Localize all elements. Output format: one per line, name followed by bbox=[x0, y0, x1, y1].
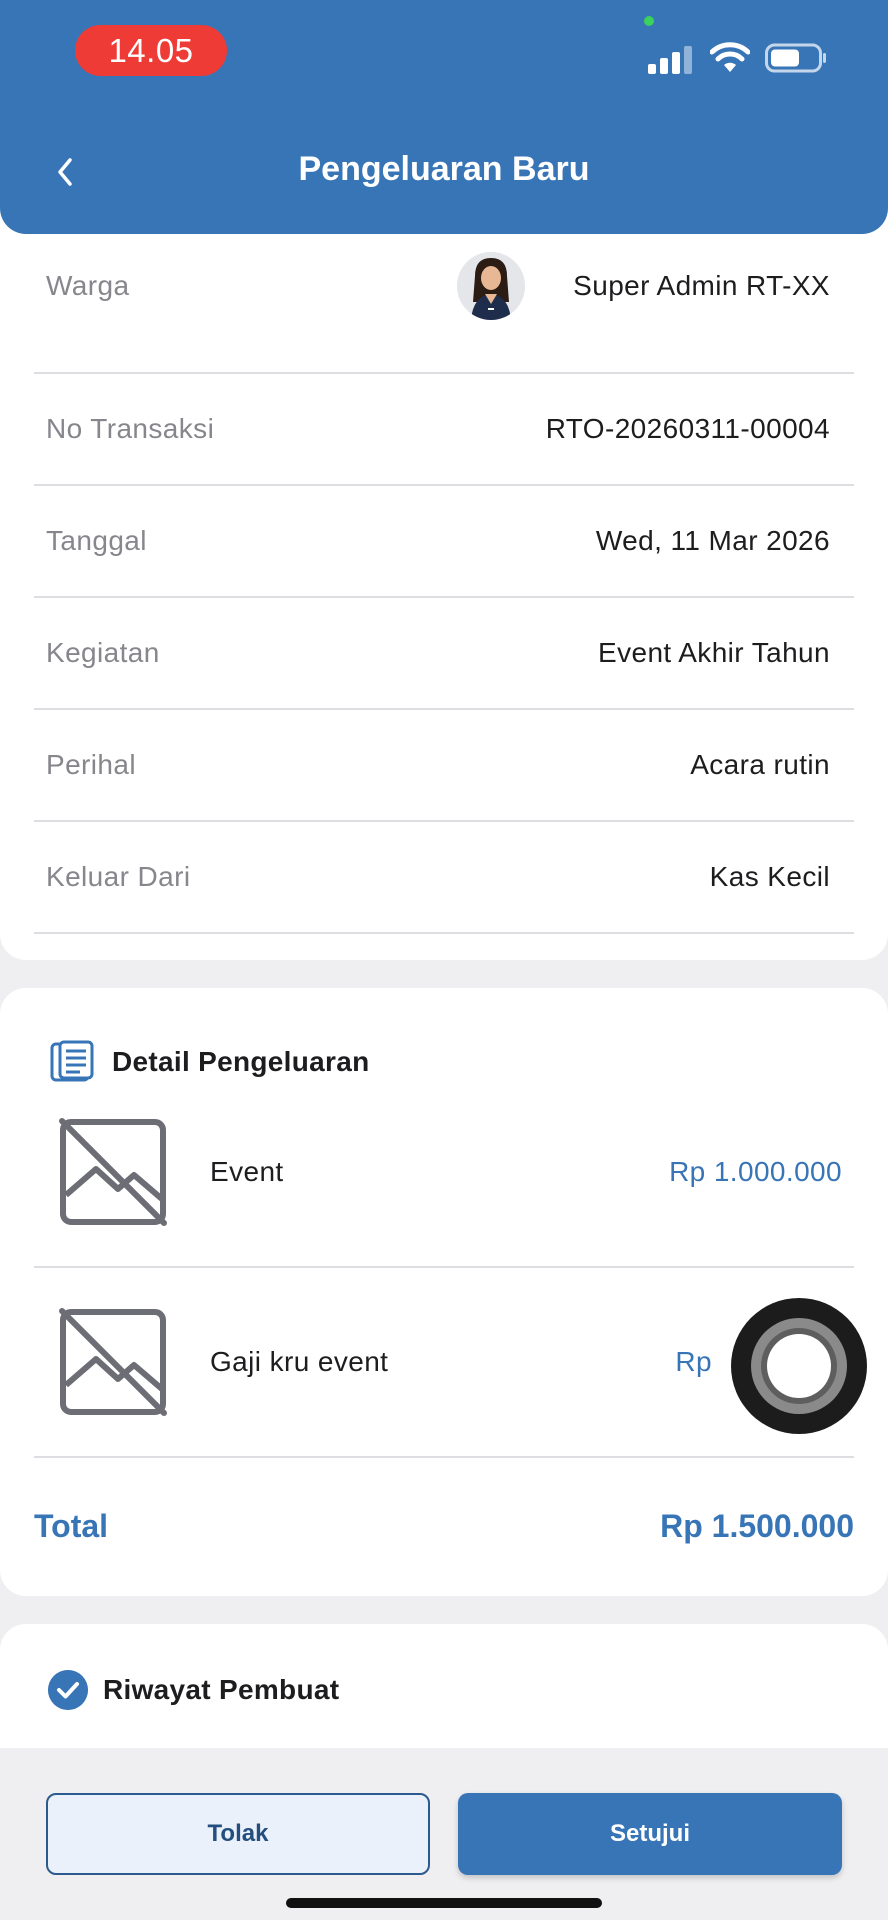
history-section-title: Riwayat Pembuat bbox=[103, 1674, 340, 1705]
info-row-tanggal: Tanggal Wed, 11 Mar 2026 bbox=[34, 486, 854, 598]
assistive-touch-core bbox=[767, 1334, 831, 1398]
expense-item-name: Gaji kru event bbox=[210, 1346, 389, 1377]
avatar bbox=[457, 252, 525, 320]
expense-item-amount: Rp bbox=[675, 1346, 712, 1377]
total-label: Total bbox=[34, 1508, 109, 1544]
total-value: Rp 1.500.000 bbox=[660, 1508, 854, 1544]
check-circle-icon bbox=[48, 1670, 88, 1710]
expense-item-name: Event bbox=[210, 1156, 284, 1187]
info-value: Wed, 11 Mar 2026 bbox=[595, 525, 830, 556]
info-row-kegiatan: Kegiatan Event Akhir Tahun bbox=[34, 598, 854, 710]
info-value: RTO-20260311-00004 bbox=[545, 413, 830, 444]
wifi-icon bbox=[710, 42, 750, 72]
info-value: Acara rutin bbox=[690, 749, 830, 780]
expense-item[interactable]: Event Rp 1.000.000 bbox=[34, 1078, 854, 1268]
assistive-touch-button[interactable] bbox=[731, 1298, 867, 1434]
privacy-indicator-dot bbox=[644, 16, 654, 26]
info-label: Perihal bbox=[46, 749, 136, 780]
info-label: Keluar Dari bbox=[46, 861, 191, 892]
info-row-no-transaksi: No Transaksi RTO-20260311-00004 bbox=[34, 374, 854, 486]
info-value: Super Admin RT-XX bbox=[573, 270, 830, 301]
battery-icon bbox=[765, 43, 826, 73]
user-avatar-icon bbox=[457, 252, 525, 320]
broken-image-icon bbox=[59, 1308, 167, 1416]
info-label: No Transaksi bbox=[46, 413, 215, 444]
info-label: Kegiatan bbox=[46, 637, 160, 668]
page-title: Pengeluaran Baru bbox=[298, 150, 590, 188]
action-footer: Tolak Setujui bbox=[0, 1748, 888, 1920]
status-time: 14.05 bbox=[75, 25, 227, 76]
app-header: 14.05 Pengeluaran Baru bbox=[0, 0, 888, 234]
info-label: Warga bbox=[46, 270, 130, 301]
expense-detail-card: Detail Pengeluaran Event Rp 1.000.000 Ga… bbox=[0, 988, 888, 1596]
document-list-icon bbox=[50, 1040, 94, 1082]
info-row-keluar-dari: Keluar Dari Kas Kecil bbox=[34, 822, 854, 934]
info-value: Event Akhir Tahun bbox=[598, 637, 830, 668]
detail-section-title: Detail Pengeluaran bbox=[112, 1046, 370, 1077]
reject-button[interactable]: Tolak bbox=[46, 1793, 430, 1875]
info-label: Tanggal bbox=[46, 525, 147, 556]
transaction-info-card: Warga Super Admin RT-XX No Transaksi RTO… bbox=[0, 200, 888, 960]
cellular-signal-icon bbox=[648, 44, 694, 74]
info-row-perihal: Perihal Acara rutin bbox=[34, 710, 854, 822]
home-indicator[interactable] bbox=[286, 1898, 602, 1908]
broken-image-icon bbox=[59, 1118, 167, 1226]
approve-button[interactable]: Setujui bbox=[458, 1793, 842, 1875]
expense-item-amount: Rp 1.000.000 bbox=[669, 1156, 842, 1187]
info-value: Kas Kecil bbox=[709, 861, 830, 892]
